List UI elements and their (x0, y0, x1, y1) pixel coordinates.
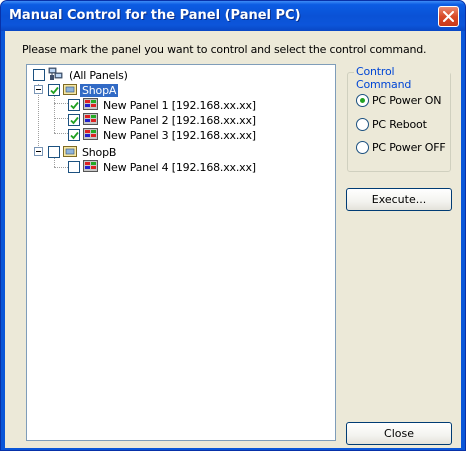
panel-pc-icon (83, 112, 98, 128)
tree-node-panel-3[interactable]: New Panel 3 [192.168.xx.xx] (68, 127, 258, 143)
shopa-checkbox[interactable] (48, 84, 60, 96)
radio-button[interactable] (356, 141, 369, 154)
radio-label: PC Reboot (372, 118, 427, 131)
shopb-label: ShopB (82, 145, 117, 159)
radio-label: PC Power ON (372, 94, 442, 107)
group-folder-icon (63, 145, 77, 160)
shopb-collapse-toggle[interactable] (34, 147, 43, 156)
panel-pc-icon (83, 159, 98, 175)
radio-pc-reboot[interactable]: PC Reboot (356, 118, 427, 131)
tree-node-shopb[interactable]: ShopB (48, 145, 118, 159)
tree-node-shopa[interactable]: ShopA (48, 83, 119, 98)
panel-tree[interactable]: (All Panels) ShopA New Panel 1 [192.168.… (26, 64, 336, 441)
control-command-title: Control Command (354, 65, 450, 91)
close-icon (443, 11, 454, 22)
network-computers-icon (48, 67, 64, 84)
tree-node-panel-2[interactable]: New Panel 2 [192.168.xx.xx] (68, 112, 258, 128)
checkmark-icon (69, 116, 79, 124)
shopa-collapse-toggle[interactable] (34, 85, 43, 94)
window-title: Manual Control for the Panel (Panel PC) (9, 8, 301, 23)
execute-button[interactable]: Execute... (346, 188, 452, 211)
radio-button[interactable] (356, 118, 369, 131)
panel-1-label: New Panel 1 [192.168.xx.xx] (103, 98, 256, 112)
radio-selected-dot (360, 98, 365, 103)
panel-pc-icon (83, 97, 98, 113)
instruction-text: Please mark the panel you want to contro… (22, 43, 427, 56)
control-command-group: Control Command PC Power ON PC Reboot PC… (347, 65, 451, 172)
panel-1-checkbox[interactable] (68, 99, 80, 111)
close-button[interactable]: Close (346, 422, 452, 445)
title-bar[interactable]: Manual Control for the Panel (Panel PC) (1, 1, 465, 31)
checkmark-icon (69, 101, 79, 109)
panel-2-label: New Panel 2 [192.168.xx.xx] (103, 113, 256, 127)
panel-4-checkbox[interactable] (68, 161, 80, 173)
close-window-button[interactable] (438, 6, 459, 27)
tree-node-panel-1[interactable]: New Panel 1 [192.168.xx.xx] (68, 97, 258, 113)
panel-pc-icon (83, 127, 98, 143)
radio-pc-power-off[interactable]: PC Power OFF (356, 141, 446, 154)
panel-2-checkbox[interactable] (68, 114, 80, 126)
group-folder-icon (63, 83, 77, 98)
panel-3-label: New Panel 3 [192.168.xx.xx] (103, 128, 256, 142)
checkmark-icon (69, 131, 79, 139)
panel-3-checkbox[interactable] (68, 129, 80, 141)
shopb-checkbox[interactable] (48, 146, 60, 158)
radio-label: PC Power OFF (372, 141, 446, 154)
tree-node-all-panels[interactable]: (All Panels) (33, 67, 130, 84)
radio-pc-power-on[interactable]: PC Power ON (356, 94, 441, 107)
all-panels-label: (All Panels) (69, 68, 128, 82)
tree-node-panel-4[interactable]: New Panel 4 [192.168.xx.xx] (68, 159, 258, 175)
shopa-label: ShopA (80, 83, 119, 97)
all-panels-checkbox[interactable] (33, 69, 45, 81)
checkmark-icon (49, 86, 59, 94)
radio-button[interactable] (356, 94, 369, 107)
panel-4-label: New Panel 4 [192.168.xx.xx] (103, 160, 256, 174)
